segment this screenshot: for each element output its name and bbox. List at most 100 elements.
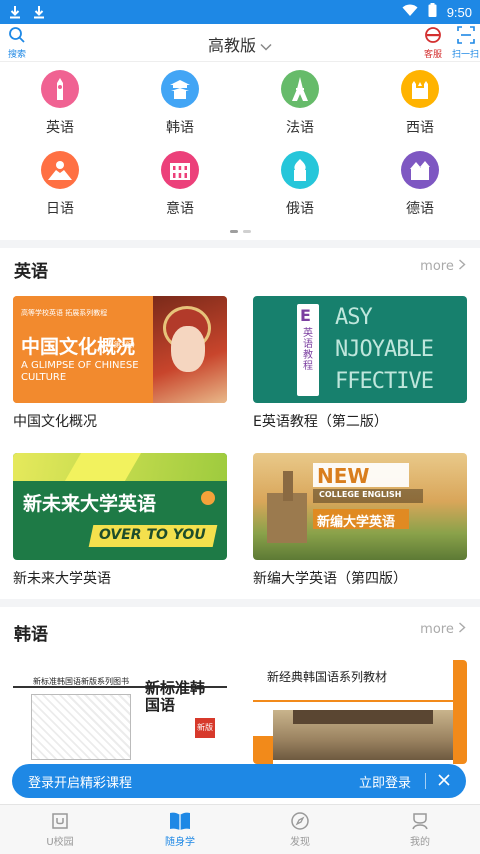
nav-label: U校园: [46, 837, 74, 848]
book-cover: NEW COLLEGE ENGLISH 新编大学英语: [253, 453, 467, 560]
book-cover: 新经典韩国语系列教材: [253, 660, 467, 764]
more-label: more: [420, 622, 454, 637]
language-label: 意语: [166, 201, 194, 217]
language-label: 西语: [406, 120, 434, 136]
nav-u-campus[interactable]: U校园: [0, 805, 120, 854]
banner-separator: [425, 773, 426, 789]
battery-icon: [428, 3, 437, 21]
castle-icon: [401, 70, 439, 108]
language-label: 日语: [46, 201, 74, 217]
book-card[interactable]: 新未来大学英语 OVER TO YOU 新未来大学英语: [13, 453, 227, 588]
more-label: more: [420, 259, 454, 274]
book-cover: 新标准韩国语新版系列图书 新标准韩国语 新版: [13, 660, 227, 764]
book-cover: E 英语教程 ASY NJOYABLE FFECTIVE: [253, 296, 467, 403]
book-card[interactable]: 新经典韩国语系列教材: [253, 660, 467, 764]
book-cover: 新未来大学英语 OVER TO YOU: [13, 453, 227, 560]
language-russian[interactable]: 俄语: [240, 151, 360, 218]
cover-subtitle: OVER TO YOU: [99, 527, 206, 543]
login-banner-text: 登录开启精彩课程: [28, 775, 133, 791]
book-title: E英语教程（第二版）: [253, 414, 388, 430]
book-title: 新编大学英语（第四版）: [253, 571, 407, 587]
book-card[interactable]: 高等学校英语 拓展系列教程 中国文化概况 (第3版) A GLIMPSE OF …: [13, 296, 227, 431]
onion-dome-icon: [281, 151, 319, 189]
language-english[interactable]: 英语: [0, 70, 120, 137]
page-title: 高教版: [207, 36, 256, 55]
top-header: 搜索 高教版 客服 扫一扫: [0, 24, 480, 62]
nav-profile[interactable]: 我的: [360, 805, 480, 854]
bottom-nav: U校园 随身学 发现 我的: [0, 804, 480, 854]
german-house-icon: [401, 151, 439, 189]
section-divider: [0, 240, 480, 248]
clock: 9:50: [446, 4, 472, 20]
language-label: 俄语: [286, 201, 314, 217]
nav-label: 我的: [410, 837, 430, 848]
cover-series: 高等学校英语 拓展系列教程: [21, 309, 108, 317]
page-indicator: [0, 230, 480, 233]
language-japanese[interactable]: 日语: [0, 151, 120, 218]
scan-button[interactable]: 扫一扫: [452, 26, 479, 60]
nav-label: 发现: [290, 837, 310, 848]
cover-series: 新经典韩国语系列教材: [267, 670, 388, 684]
edition-tag: 新版: [195, 718, 215, 738]
nav-study[interactable]: 随身学: [120, 805, 240, 854]
edition-tag: (第3版): [111, 341, 135, 349]
customer-service-button[interactable]: 客服: [424, 26, 442, 60]
cover-subtitle: A GLIMPSE OF CHINESE CULTURE: [21, 360, 139, 383]
language-italian[interactable]: 意语: [120, 151, 240, 218]
book-icon: [169, 811, 191, 831]
section-title-english: 英语: [14, 262, 48, 282]
cover-title: 英语教程: [303, 328, 313, 372]
eiffel-tower-icon: [281, 70, 319, 108]
book-card[interactable]: 新标准韩国语新版系列图书 新标准韩国语 新版: [13, 660, 227, 764]
language-label: 德语: [406, 201, 434, 217]
more-link-english[interactable]: more: [420, 259, 466, 274]
scan-label: 扫一扫: [452, 50, 480, 60]
compass-icon: [290, 811, 310, 831]
book-cover: 高等学校英语 拓展系列教程 中国文化概况 (第3版) A GLIMPSE OF …: [13, 296, 227, 403]
mount-fuji-icon: [41, 151, 79, 189]
nav-label: 随身学: [165, 837, 195, 848]
cover-e-letter: E: [300, 306, 311, 325]
more-link-korean[interactable]: more: [420, 622, 466, 637]
language-german[interactable]: 德语: [360, 151, 480, 218]
page-dot: [242, 230, 251, 233]
login-now-button[interactable]: 立即登录: [359, 772, 411, 791]
user-icon: [410, 811, 430, 831]
language-grid: 英语 韩语 法语 西语 日语 意语 俄语 德语: [0, 70, 480, 218]
close-icon[interactable]: [438, 773, 450, 789]
edition-selector[interactable]: 高教版: [0, 32, 480, 56]
u-campus-icon: [50, 811, 70, 831]
colosseum-icon: [161, 151, 199, 189]
headset-icon: [424, 26, 442, 47]
language-french[interactable]: 法语: [240, 70, 360, 137]
language-korean[interactable]: 韩语: [120, 70, 240, 137]
book-title: 新未来大学英语: [13, 571, 111, 587]
language-label: 英语: [46, 120, 74, 136]
big-ben-icon: [41, 70, 79, 108]
chevron-right-icon: [458, 259, 466, 274]
section-title-korean: 韩语: [14, 625, 48, 645]
cover-title: 新编大学英语: [317, 515, 396, 530]
cover-new: NEW: [317, 464, 370, 488]
cover-letters: ASY NJOYABLE FFECTIVE: [335, 305, 434, 394]
pagoda-icon: [161, 70, 199, 108]
language-spanish[interactable]: 西语: [360, 70, 480, 137]
download-icon: [32, 5, 46, 19]
section-divider: [0, 599, 480, 607]
book-card[interactable]: E 英语教程 ASY NJOYABLE FFECTIVE E英语教程（第二版）: [253, 296, 467, 431]
page-dot: [229, 230, 238, 233]
cover-college-english: COLLEGE ENGLISH: [319, 490, 402, 499]
scan-icon: [456, 26, 475, 47]
service-label: 客服: [424, 50, 443, 60]
nav-discover[interactable]: 发现: [240, 805, 360, 854]
login-banner: 登录开启精彩课程 立即登录: [12, 764, 466, 798]
language-label: 韩语: [166, 120, 194, 136]
language-label: 法语: [286, 120, 314, 136]
book-title: 中国文化概况: [13, 414, 97, 430]
book-card[interactable]: NEW COLLEGE ENGLISH 新编大学英语 新编大学英语（第四版）: [253, 453, 467, 588]
chevron-down-icon: [260, 40, 272, 54]
cover-title: 新未来大学英语: [23, 493, 157, 515]
chevron-right-icon: [458, 622, 466, 637]
status-bar: 9:50: [0, 0, 480, 24]
cover-title: 新标准韩国语: [145, 679, 206, 714]
